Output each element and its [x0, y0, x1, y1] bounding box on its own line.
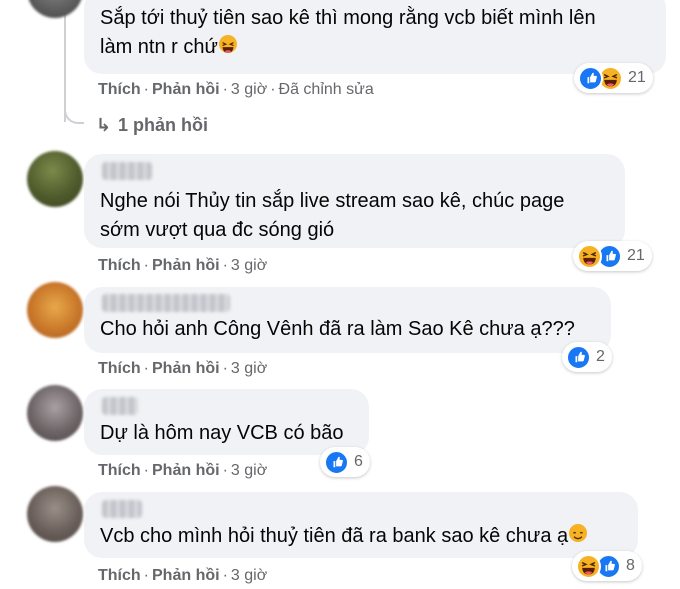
view-replies-link[interactable]: ↳ 1 phản hồi: [96, 115, 208, 136]
timestamp[interactable]: 3 giờ: [231, 257, 267, 274]
haha-emoji: [218, 35, 237, 53]
comment-text-line: Vcb cho mình hỏi thuỷ tiên đã ra bank sa…: [100, 522, 588, 551]
like-link[interactable]: Thích: [98, 462, 141, 479]
like-link[interactable]: Thích: [98, 81, 141, 98]
like-icon: [566, 344, 591, 370]
like-link[interactable]: Thích: [98, 257, 141, 274]
reaction-summary[interactable]: 21: [574, 63, 653, 93]
comment-text-line: làm ntn r chứ: [100, 33, 237, 62]
comment-bubble: Nghe nói Thủy tin sắp live stream sao kê…: [84, 154, 625, 248]
comment-actions: Thích · Phản hồi · 3 giờ: [98, 462, 268, 479]
comment-text-line: Sắp tới thuỷ tiên sao kê thì mong rằng v…: [100, 7, 596, 29]
timestamp[interactable]: 3 giờ: [231, 462, 267, 479]
commenter-name-blurred[interactable]: [102, 162, 152, 180]
reply-link[interactable]: Phản hồi: [152, 81, 220, 98]
comment-bubble: Sắp tới thuỷ tiên sao kê thì mong rằng v…: [84, 0, 666, 74]
comment-actions: Thích · Phản hồi · 3 giờ: [98, 257, 268, 274]
like-icon: [324, 449, 349, 475]
smile-emoji: [569, 524, 588, 542]
edited-label: Đã chỉnh sửa: [278, 81, 374, 98]
comment-actions: Thích · Phản hồi · 3 giờ: [98, 360, 268, 377]
reaction-summary[interactable]: 6: [320, 447, 370, 477]
timestamp[interactable]: 3 giờ: [231, 360, 267, 377]
commenter-name-blurred[interactable]: [102, 397, 138, 415]
comment-text-line: sớm vượt qua đc sóng gió: [100, 219, 335, 241]
replies-count-label: 1 phản hồi: [118, 115, 208, 135]
reply-link[interactable]: Phản hồi: [152, 462, 220, 479]
timestamp[interactable]: 3 giờ: [231, 81, 267, 98]
reply-link[interactable]: Phản hồi: [152, 360, 220, 377]
comment-bubble: Dự là hôm nay VCB có bão: [84, 389, 369, 455]
reaction-count: 21: [628, 69, 646, 86]
avatar[interactable]: [27, 486, 83, 542]
reply-thread-curve: [64, 102, 84, 124]
reaction-count: 6: [354, 453, 363, 470]
avatar[interactable]: [27, 0, 83, 18]
reply-link[interactable]: Phản hồi: [152, 567, 220, 584]
reaction-count: 2: [596, 348, 605, 365]
like-link[interactable]: Thích: [98, 360, 141, 377]
commenter-name-blurred[interactable]: [102, 500, 142, 518]
reply-link[interactable]: Phản hồi: [152, 257, 220, 274]
timestamp[interactable]: 3 giờ: [231, 567, 267, 584]
comment-text-line: Dự là hôm nay VCB có bão: [100, 422, 344, 444]
comment-bubble: Vcb cho mình hỏi thuỷ tiên đã ra bank sa…: [84, 492, 638, 558]
reaction-summary[interactable]: 2: [562, 342, 612, 372]
comment-actions: Thích · Phản hồi · 3 giờ: [98, 567, 268, 584]
haha-icon: [576, 553, 601, 579]
like-link[interactable]: Thích: [98, 567, 141, 584]
avatar[interactable]: [27, 385, 83, 441]
comment-text-line: Nghe nói Thủy tin sắp live stream sao kê…: [100, 190, 565, 212]
like-icon: [578, 65, 603, 91]
comment-actions: Thích · Phản hồi · 3 giờ · Đã chỉnh sửa: [98, 81, 374, 98]
reaction-count: 8: [626, 557, 635, 574]
commenter-name-blurred[interactable]: [102, 294, 230, 312]
comment-text-line: Cho hỏi anh Công Vênh đã ra làm Sao Kê c…: [100, 318, 575, 340]
haha-icon: [577, 243, 602, 269]
comment-bubble: Cho hỏi anh Công Vênh đã ra làm Sao Kê c…: [84, 287, 611, 353]
reply-arrow-icon: ↳: [96, 115, 112, 135]
reaction-summary[interactable]: 21: [573, 241, 652, 271]
avatar[interactable]: [27, 282, 83, 338]
reaction-count: 21: [627, 247, 645, 264]
reaction-summary[interactable]: 8: [572, 551, 642, 581]
avatar[interactable]: [27, 151, 83, 207]
